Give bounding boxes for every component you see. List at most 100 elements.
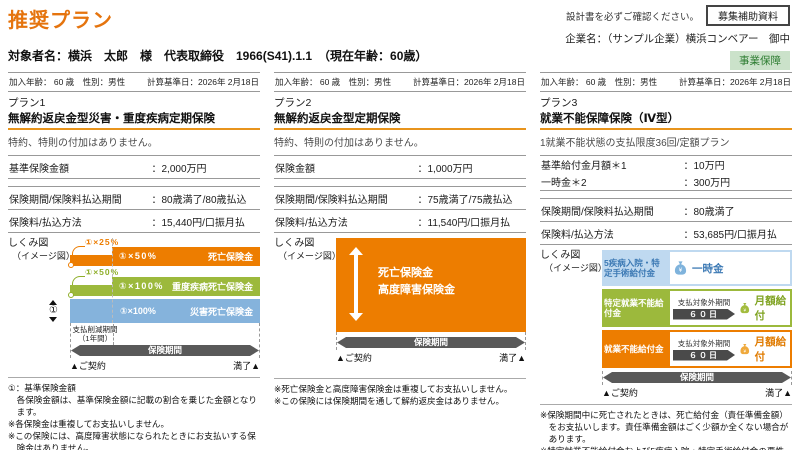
contract-start-label: ▲ご契約: [602, 386, 638, 399]
row-value: ：53,685円/口振月払: [684, 226, 792, 241]
row-value: ：15,440円/口振月払: [152, 214, 260, 229]
row-label: 基準給付金月額＊1: [541, 157, 684, 172]
scheme-sublabel: （イメージ図）: [540, 263, 607, 274]
plan2-subtitle: 特約、特則の付加はありません。: [274, 134, 526, 149]
plan1-footnotes: ①：基準保険金額 各保険金額は、基準保険金額に記載の割合を乗じた金額となります。…: [8, 377, 260, 450]
plan3-title: 就業不能保障保険（Ⅳ型）: [540, 110, 792, 130]
plan3-footnotes: ※保険期間中に死亡されたときは、死亡給付金（責任準備金額）をお支払いします。責任…: [540, 404, 792, 450]
table-row: 保険料/払込方法 ：15,440円/口振月払: [8, 209, 260, 232]
payment-reduction-period: 支払削減期間 （1年間）: [71, 324, 259, 345]
row-value: ：11,540円/口振月払: [418, 214, 526, 229]
death-benefit-bar: ①×25% ①×50% 死亡保険金: [70, 238, 260, 266]
scheme-label: しくみ図: [274, 238, 341, 251]
reduction-boundary-line: [112, 238, 113, 323]
plan3-terms-table: 保険期間/保険料払込期間 ：80歳満了 保険料/払込方法 ：53,685円/口振…: [540, 198, 792, 245]
plan3-scheme-diagram: しくみ図 （イメージ図） 5疾病入院・特定手術給付金 ¥ 一時金 特定就業不能給…: [540, 250, 792, 399]
waiting-period-label: 支払対象外期間: [673, 297, 735, 308]
page-title: 推奨プラン: [8, 4, 113, 33]
plan3-subtitle: 1就業不能状態の支払限度36回/定額プラン: [540, 134, 792, 149]
insurance-period-bar: 保険期間: [71, 345, 259, 356]
plan2-calc-date: 計算基準日：2026年 2月18日: [413, 76, 525, 88]
bar-name: 災害死亡保険金: [190, 305, 253, 318]
insurance-period-bar: 保険期間: [603, 372, 791, 383]
plan3-amount-table: 基準給付金月額＊1 ：10万円 一時金＊2 ：300万円: [540, 155, 792, 191]
recruitment-aid-box: 募集補助資料: [706, 5, 790, 26]
table-row: 保険金額 ：1,000万円: [274, 156, 526, 178]
table-row: 保険期間/保険料払込期間 ：80歳満了/80歳払込: [8, 187, 260, 209]
disability-row: 就業不能給付金 支払対象外期間 ６０日 ¥ 月額給付: [602, 330, 792, 368]
benefit-label: 5疾病入院・特定手術給付金: [604, 252, 668, 284]
severe-illness-bar: ①×50% ①×100% 重度疾病死亡保険金: [70, 268, 260, 296]
waiting-period-label: 支払対象外期間: [673, 338, 735, 349]
header-right-block: 設計書を必ずご確認ください。 募集補助資料 企業名：（サンプル企業）横浜コンベア…: [565, 5, 790, 70]
row-label: 保険金額: [275, 160, 418, 175]
row-label: 保険期間/保険料払込期間: [275, 191, 418, 206]
benefit-type: 月額給付: [755, 334, 787, 364]
table-row: 保険料/払込方法 ：11,540円/口振月払: [274, 209, 526, 232]
table-row: 基準給付金月額＊1 ：10万円: [540, 156, 792, 173]
plan-columns: 加入年齢： 60 歳 性別：男性 計算基準日：2026年 2月18日 プラン1 …: [0, 72, 800, 450]
plan3-number: プラン3: [540, 95, 792, 110]
table-row: 保険料/払込方法 ：53,685円/口振月払: [540, 221, 792, 244]
money-bag-icon: ¥: [673, 260, 688, 277]
bar-name: 死亡保険金: [208, 250, 253, 263]
plan1-terms-table: 保険期間/保険料払込期間 ：80歳満了/80歳払込 保険料/払込方法 ：15,4…: [8, 186, 260, 233]
benefit-label: 就業不能給付金: [604, 332, 668, 366]
row-label: 一時金＊2: [541, 174, 684, 189]
plan2-scheme-diagram: しくみ図 （イメージ図） 死亡保険金 高度障害保険金 保険期間: [274, 238, 526, 364]
waiting-days-arrow: ６０日: [673, 350, 735, 361]
row-value: ：80歳満了: [684, 203, 792, 218]
plan1-subtitle: 特約、特則の付加はありません。: [8, 134, 260, 149]
plan2-number: プラン2: [274, 95, 526, 110]
plan1-scheme-diagram: しくみ図 （イメージ図） ①×25% ①×50% 死亡保険金: [8, 238, 260, 372]
contract-start-label: ▲ご契約: [70, 359, 106, 372]
row-value: ：80歳満了/80歳払込: [152, 191, 260, 206]
plan2-age-gender: 加入年齢： 60 歳 性別：男性: [275, 76, 391, 88]
table-row: 一時金＊2 ：300万円: [540, 173, 792, 190]
footnote: ※保険期間中に死亡されたときは、死亡給付金（責任準備金額）をお支払いします。責任…: [540, 409, 792, 445]
contract-end-label: 満了▲: [765, 386, 792, 399]
footnote: ※各保険金は重複してお支払いしません。: [8, 418, 260, 430]
insured-person-line: 対象者名：横浜 太郎 様 代表取締役 1966(S41).1.1 （現在年齢：6…: [8, 47, 427, 64]
plan-column-2: 加入年齢： 60 歳 性別：男性 計算基準日：2026年 2月18日 プラン2 …: [274, 72, 526, 450]
row-label: 基準保険金額: [9, 160, 152, 175]
specific-disability-row: 特定就業不能給付金 支払対象外期間 ６０日 ¥ 月額給付: [602, 289, 792, 327]
plan1-calc-date: 計算基準日：2026年 2月18日: [147, 76, 259, 88]
reduced-step-bar: [70, 285, 112, 296]
svg-text:¥: ¥: [743, 348, 746, 354]
footnote: ※この保険には保険期間を通して解約返戻金はありません。: [274, 395, 526, 407]
step-marker-icon: [68, 262, 74, 268]
plan2-terms-table: 保険期間/保険料払込期間 ：75歳満了/75歳払込 保険料/払込方法 ：11,5…: [274, 186, 526, 233]
footnote: ※特定就業不能給付金および5疾病入院・特定手術給付金の悪性新生物の保障は、ご契約…: [540, 445, 792, 450]
benefit-label: 特定就業不能給付金: [604, 291, 668, 325]
benefit-name: 高度障害保険金: [378, 282, 455, 299]
bar-ratio: ①×50%: [119, 251, 157, 262]
row-value: ：2,000万円: [152, 160, 260, 175]
plan-column-3: 加入年齢： 60 歳 性別：男性 計算基準日：2026年 2月18日 プラン3 …: [540, 72, 792, 450]
vertical-double-arrow-icon: [349, 247, 363, 321]
svg-text:¥: ¥: [679, 267, 683, 274]
plan2-title: 無解約返戻金型定期保険: [274, 110, 526, 130]
contract-start-label: ▲ご契約: [336, 351, 372, 364]
table-row: 保険期間/保険料払込期間 ：75歳満了/75歳払込: [274, 187, 526, 209]
reduced-step-bar: [70, 255, 112, 266]
insurance-period-bar: 保険期間: [337, 337, 525, 348]
contract-end-label: 満了▲: [499, 351, 526, 364]
money-bag-icon: ¥: [739, 341, 751, 358]
scheme-label: しくみ図: [540, 250, 607, 263]
footnote: 各保険金額は、基準保険金額に記載の割合を乗じた金額となります。: [8, 394, 260, 418]
company-name: 企業名：（サンプル企業）横浜コンベアー 御中: [565, 31, 790, 46]
death-benefit-area: 死亡保険金 高度障害保険金: [336, 238, 526, 332]
plan1-age-gender: 加入年齢： 60 歳 性別：男性: [9, 76, 125, 88]
plan3-age-gender: 加入年齢： 60 歳 性別：男性: [541, 76, 657, 88]
accident-death-bar: ① ①×100% 災害死亡保険金: [70, 299, 260, 323]
benefit-type: 月額給付: [755, 293, 787, 323]
step-marker-icon: [68, 292, 74, 298]
plan2-amount-table: 保険金額 ：1,000万円: [274, 155, 526, 179]
row-label: 保険期間/保険料払込期間: [541, 203, 684, 218]
scheme-sublabel: （イメージ図）: [274, 251, 341, 262]
row-label: 保険料/払込方法: [541, 226, 684, 241]
row-label: 保険料/払込方法: [275, 214, 418, 229]
money-bag-icon: ¥: [739, 300, 751, 317]
row-value: ：300万円: [684, 174, 792, 189]
